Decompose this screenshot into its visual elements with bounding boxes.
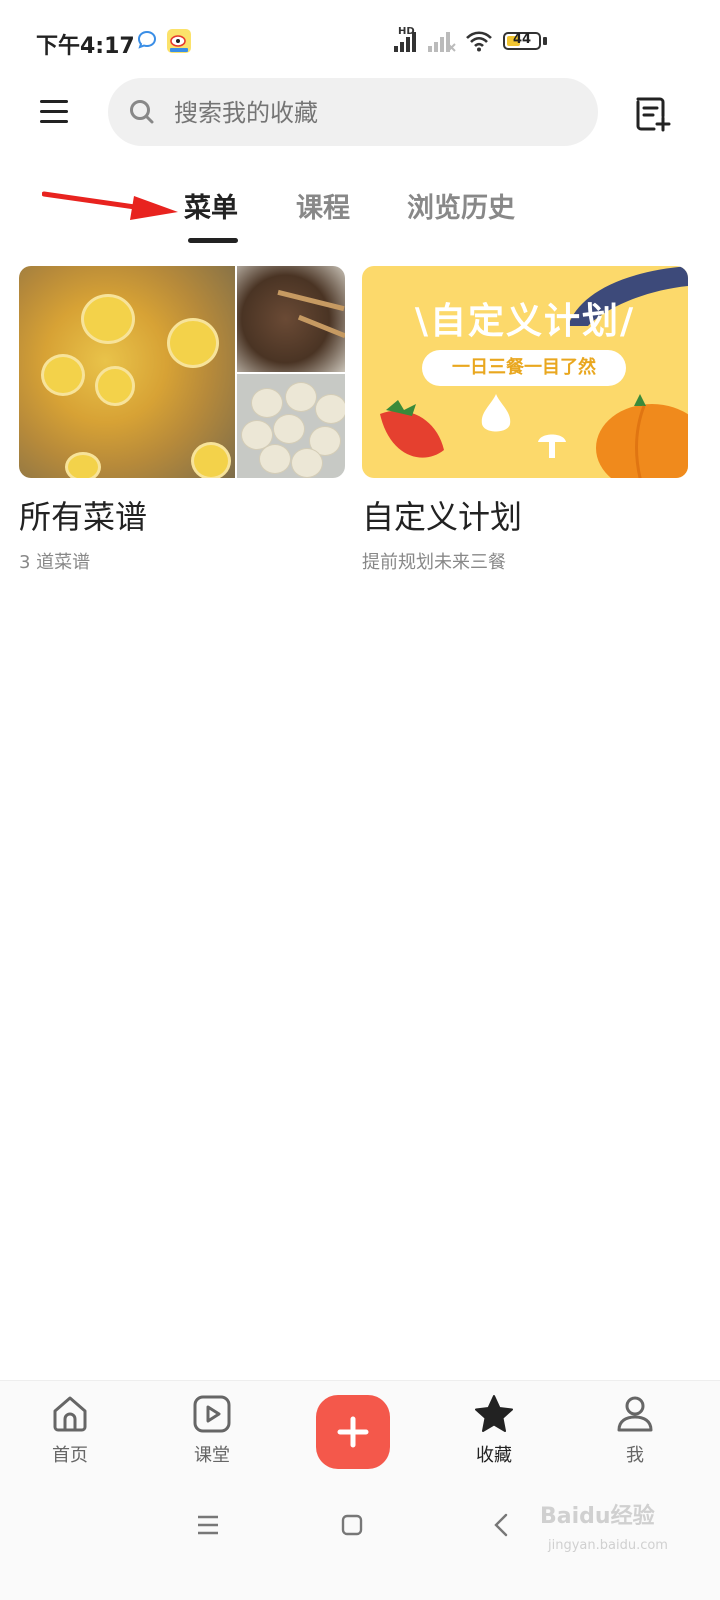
play-icon [193, 1395, 231, 1433]
nav-favorites[interactable]: 收藏 [444, 1393, 544, 1467]
bun [285, 382, 317, 412]
custom-plan-banner: \自定义计划/ 一日三餐一目了然 [362, 266, 688, 478]
user-icon [617, 1396, 653, 1432]
wifi-icon [466, 31, 492, 52]
all-recipes-collage [19, 266, 345, 478]
menu-button[interactable] [36, 96, 72, 128]
bun [291, 448, 323, 478]
card-subtitle: 3 道菜谱 [19, 552, 91, 573]
signal-no-service-icon [428, 32, 456, 52]
home-icon [53, 1396, 87, 1432]
pumpkin-illustration [596, 394, 688, 478]
watermark-url: jingyan.baidu.com [548, 1538, 668, 1553]
hamburger-menu-line [40, 110, 68, 113]
nav-label: 首页 [52, 1445, 88, 1466]
home-square-icon[interactable] [341, 1514, 363, 1536]
card-title: 所有菜谱 [19, 498, 148, 536]
plus-icon [337, 1416, 369, 1448]
card-title: 自定义计划 [362, 498, 523, 536]
bottom-navigation: 首页 课堂 收藏 我 [0, 1380, 720, 1485]
active-tab-indicator [188, 238, 238, 243]
nav-profile[interactable]: 我 [585, 1393, 685, 1467]
star-icon [475, 1395, 513, 1432]
battery-level-text: 44 [512, 32, 532, 47]
weibo-app-icon [167, 29, 191, 53]
tab-courses[interactable]: 课程 [296, 186, 350, 225]
mushroom-illustration [538, 434, 566, 458]
status-bar: 下午4:17 HD 44 [0, 0, 720, 80]
battery-cap [543, 37, 547, 45]
lemon-slice [95, 366, 135, 406]
search-bar[interactable] [108, 78, 598, 148]
lemon-slice [65, 452, 101, 478]
lemon-slice [191, 442, 231, 478]
banner-title: \自定义计划/ [414, 301, 636, 342]
battery-indicator: 44 [503, 32, 541, 50]
search-icon [130, 100, 154, 124]
nav-home[interactable]: 首页 [20, 1393, 120, 1467]
tomato-illustration [380, 400, 444, 458]
bun [251, 388, 283, 418]
lemon-slice [167, 318, 219, 368]
create-button[interactable] [316, 1395, 390, 1469]
lemon-slice [81, 294, 135, 344]
nav-label: 课堂 [194, 1445, 230, 1466]
tab-history[interactable]: 浏览历史 [407, 186, 515, 225]
hamburger-menu-icon [40, 100, 68, 103]
tab-menu[interactable]: 菜单 [184, 186, 238, 225]
message-notification-icon [137, 30, 157, 49]
nav-classroom[interactable]: 课堂 [162, 1393, 262, 1467]
braised-meat-photo [237, 266, 345, 372]
card-subtitle: 提前规划未来三餐 [362, 552, 506, 573]
garlic-illustration [481, 394, 511, 432]
watermark-logo: Baidu经验 [540, 1504, 655, 1529]
bun [259, 444, 291, 474]
recent-apps-icon[interactable] [196, 1514, 220, 1536]
chicken-feet-photo [19, 266, 235, 478]
back-icon[interactable] [492, 1512, 510, 1538]
chopsticks [297, 314, 345, 339]
bun [315, 394, 345, 424]
status-time: 下午4:17 [36, 34, 135, 59]
lemon-slice [41, 354, 85, 396]
card-all-recipes[interactable]: 所有菜谱 3 道菜谱 [19, 266, 345, 574]
hamburger-menu-line [40, 120, 68, 123]
signal-strength-icon [394, 32, 416, 52]
nav-label: 收藏 [476, 1445, 512, 1466]
chopsticks [277, 289, 345, 312]
bun [273, 414, 305, 444]
card-custom-plan[interactable]: \自定义计划/ 一日三餐一目了然 自定义计划 提前规划未来三餐 [362, 266, 688, 574]
tab-bar: 菜单 课程 浏览历史 [0, 180, 720, 250]
banner-tagline: 一日三餐一目了然 [422, 350, 626, 386]
steamed-buns-photo [237, 374, 345, 478]
nav-label: 我 [626, 1445, 644, 1466]
search-input[interactable] [172, 78, 576, 148]
add-collection-button[interactable] [632, 94, 672, 134]
